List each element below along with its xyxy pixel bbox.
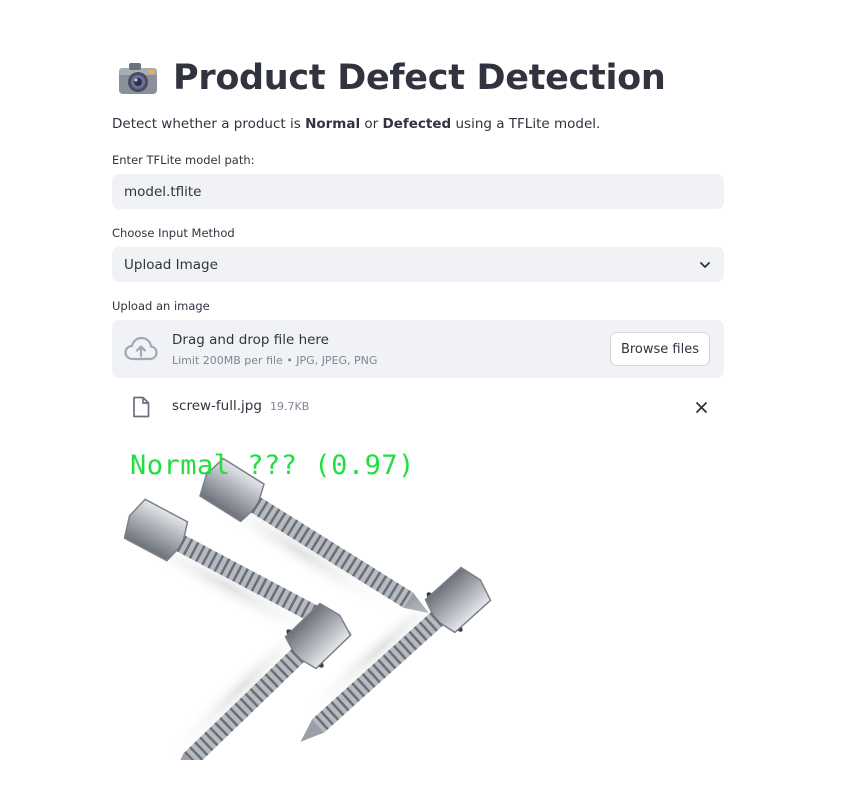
camera-icon [119,63,157,94]
file-name: screw-full.jpg [172,398,262,414]
result-image: Normal ??? (0.97) [120,440,520,777]
dropzone-limit: Limit 200MB per file • JPG, JPEG, PNG [172,354,378,367]
chevron-down-icon [700,262,710,268]
close-icon[interactable] [695,401,708,414]
intro-pre: Detect whether a product is [112,116,306,132]
input-method-label: Choose Input Method [112,226,235,240]
file-icon [133,396,150,418]
intro-normal: Normal [305,116,361,132]
page-title: Product Defect Detection [173,58,666,98]
file-size: 19.7KB [270,400,310,413]
screws-image [121,457,492,777]
prediction-label: Normal ??? (0.97) [130,450,415,481]
cloud-upload-icon [124,336,158,361]
upload-label: Upload an image [112,299,210,313]
model-path-label: Enter TFLite model path: [112,153,255,167]
input-method-value: Upload Image [124,256,218,273]
model-path-input[interactable] [124,183,724,200]
page-header: Product Defect Detection [112,52,666,104]
intro-defected: Defected [382,116,452,132]
dropzone-instructions: Drag and drop file here [172,332,329,348]
model-path-field[interactable] [112,174,724,209]
intro-mid: or [360,116,383,132]
file-dropzone[interactable]: Drag and drop file here Limit 200MB per … [112,320,724,378]
input-method-select[interactable]: Upload Image [112,247,724,282]
intro-text: Detect whether a product is Normal or De… [112,116,600,132]
intro-post: using a TFLite model. [451,116,601,132]
browse-files-button[interactable]: Browse files [609,332,710,366]
uploaded-file-item: screw-full.jpg 19.7KB [112,392,724,422]
